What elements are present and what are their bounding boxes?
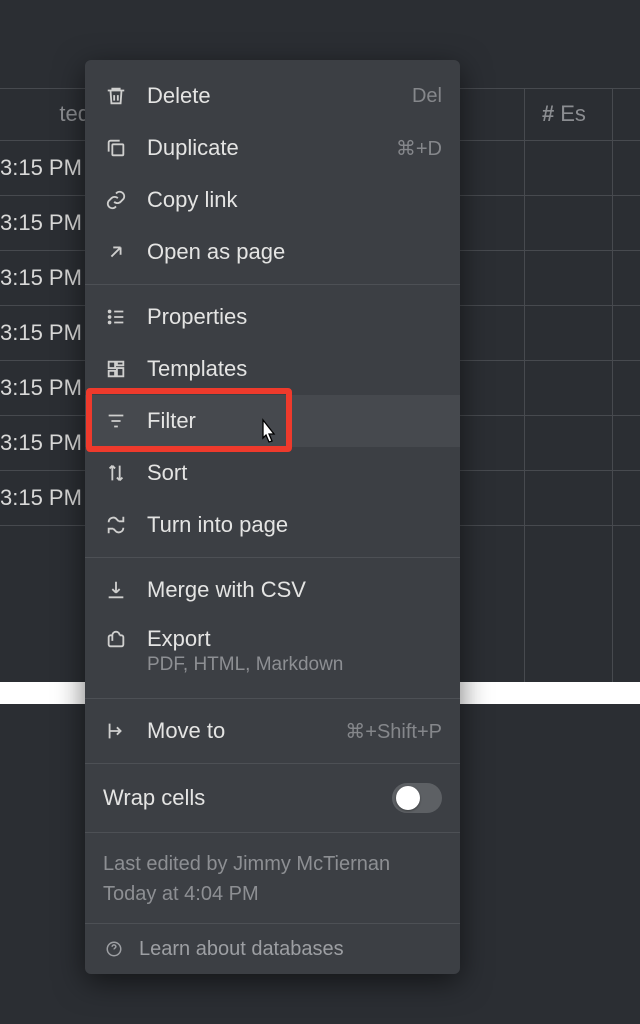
wrap-cells-row[interactable]: Wrap cells — [85, 770, 460, 826]
menu-separator — [85, 763, 460, 764]
wrap-cells-toggle[interactable] — [392, 783, 442, 813]
sort-icon — [103, 460, 129, 486]
export-menu-item[interactable]: Export PDF, HTML, Markdown — [85, 616, 460, 692]
templates-menu-item[interactable]: Templates — [85, 343, 460, 395]
menu-item-label: Turn into page — [147, 512, 442, 538]
properties-menu-item[interactable]: Properties — [85, 291, 460, 343]
last-edited-at: Today at 4:04 PM — [103, 879, 442, 909]
column-header-left[interactable]: ted — [0, 88, 98, 140]
menu-item-label: Move to — [147, 718, 345, 744]
duplicate-menu-item[interactable]: Duplicate ⌘+D — [85, 122, 460, 174]
hash-icon: # — [542, 101, 554, 127]
last-edited-by: Last edited by Jimmy McTiernan — [103, 849, 442, 879]
menu-item-label: Export — [147, 626, 343, 652]
open-page-icon — [103, 239, 129, 265]
menu-separator — [85, 832, 460, 833]
menu-item-label: Open as page — [147, 239, 442, 265]
menu-item-label: Sort — [147, 460, 442, 486]
link-icon — [103, 187, 129, 213]
menu-item-label: Templates — [147, 356, 442, 382]
filter-icon — [103, 408, 129, 434]
trash-icon — [103, 83, 129, 109]
menu-separator — [85, 284, 460, 285]
duplicate-icon — [103, 135, 129, 161]
menu-item-label: Delete — [147, 83, 412, 109]
open-as-page-menu-item[interactable]: Open as page — [85, 226, 460, 278]
merge-csv-icon — [103, 577, 129, 603]
last-edited-info: Last edited by Jimmy McTiernan Today at … — [85, 839, 460, 923]
menu-item-label: Copy link — [147, 187, 442, 213]
filter-menu-item[interactable]: Filter — [85, 395, 460, 447]
wrap-cells-label: Wrap cells — [103, 785, 392, 811]
menu-item-shortcut: Del — [412, 85, 442, 108]
menu-item-shortcut: ⌘+D — [396, 136, 442, 161]
menu-separator — [85, 557, 460, 558]
properties-icon — [103, 304, 129, 330]
menu-item-label: Filter — [147, 408, 442, 434]
help-icon — [103, 938, 125, 960]
sort-menu-item[interactable]: Sort — [85, 447, 460, 499]
move-to-menu-item[interactable]: Move to ⌘+Shift+P — [85, 705, 460, 757]
copy-link-menu-item[interactable]: Copy link — [85, 174, 460, 226]
menu-item-shortcut: ⌘+Shift+P — [345, 719, 442, 744]
column-header-estimate[interactable]: #Es — [542, 88, 640, 140]
export-icon — [103, 626, 129, 652]
merge-csv-menu-item[interactable]: Merge with CSV — [85, 564, 460, 616]
delete-menu-item[interactable]: Delete Del — [85, 70, 460, 122]
turn-into-page-icon — [103, 512, 129, 538]
menu-separator — [85, 698, 460, 699]
menu-item-label: Properties — [147, 304, 442, 330]
move-to-icon — [103, 718, 129, 744]
menu-item-label: Duplicate — [147, 135, 396, 161]
learn-link-label: Learn about databases — [139, 938, 344, 961]
learn-about-databases-link[interactable]: Learn about databases — [85, 923, 460, 974]
menu-item-subtitle: PDF, HTML, Markdown — [147, 654, 343, 676]
database-context-menu: Delete Del Duplicate ⌘+D Copy link Open … — [85, 60, 460, 974]
menu-item-label: Merge with CSV — [147, 577, 442, 603]
templates-icon — [103, 356, 129, 382]
turn-into-page-menu-item[interactable]: Turn into page — [85, 499, 460, 551]
